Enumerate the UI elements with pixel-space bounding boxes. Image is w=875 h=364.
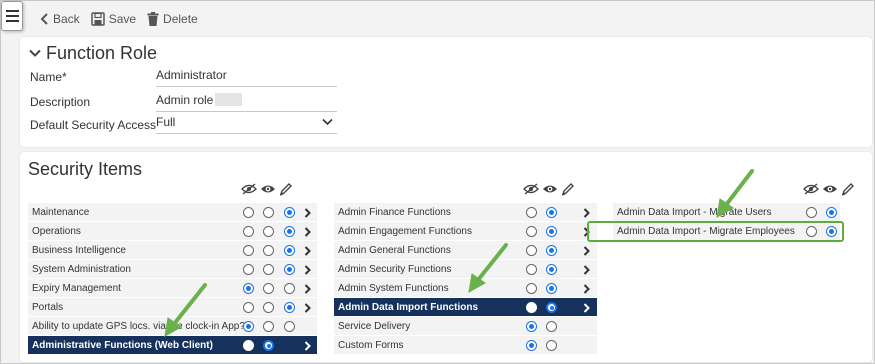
annotation-arrow — [724, 169, 754, 207]
annotation-arrows — [164, 169, 754, 337]
annotation-arrow — [476, 243, 508, 282]
annotation-arrow — [172, 283, 207, 326]
